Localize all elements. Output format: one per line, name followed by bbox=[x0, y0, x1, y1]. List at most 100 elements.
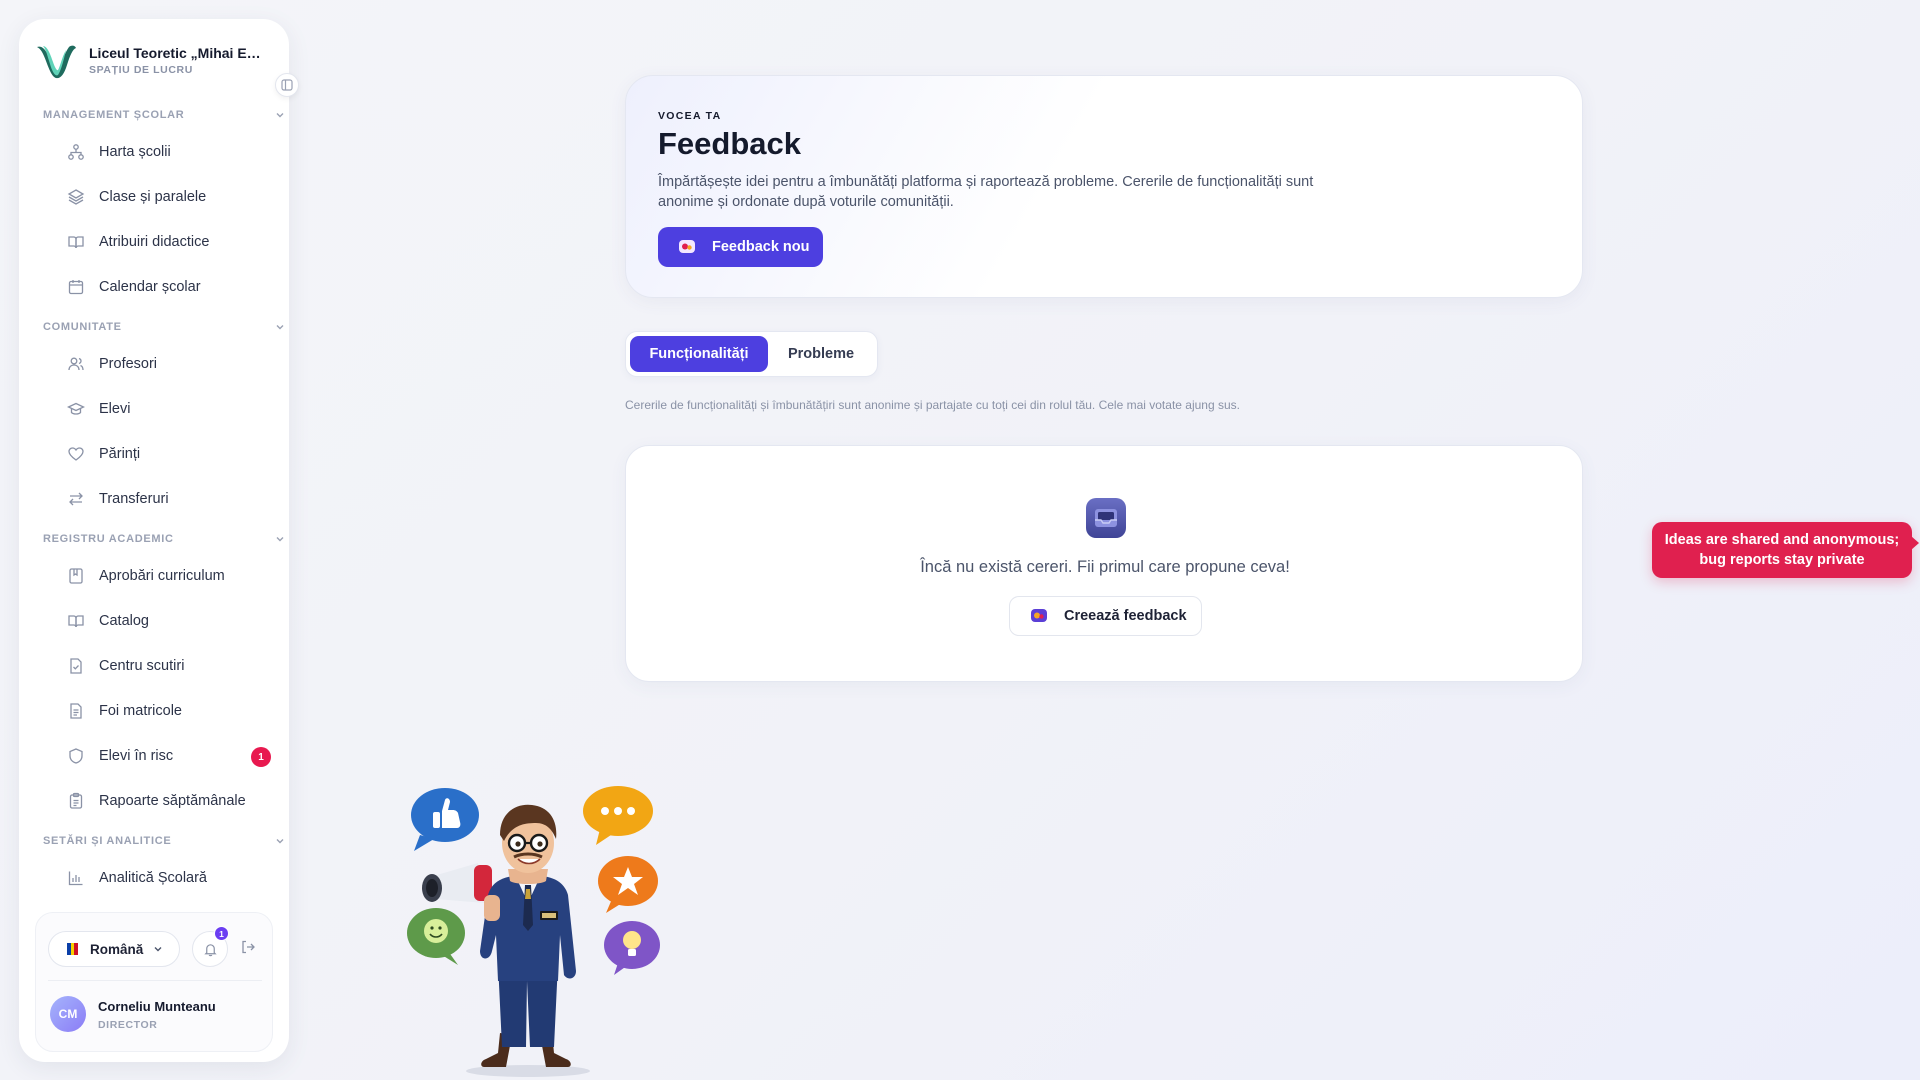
notifications-button[interactable]: 1 bbox=[192, 926, 229, 967]
sidebar-item-profesori[interactable]: Profesori bbox=[47, 345, 285, 383]
sidebar-item-foi-matricole[interactable]: Foi matricole bbox=[47, 692, 285, 730]
sidebar-item-clase[interactable]: Clase și paralele bbox=[47, 178, 285, 216]
sidebar: Liceul Teoretic „Mihai Eminescu” SPAȚIU … bbox=[19, 19, 299, 1062]
tab-probleme[interactable]: Probleme bbox=[768, 336, 874, 372]
sidebar-item-label: Centru scutiri bbox=[99, 658, 185, 674]
tab-hint-text: Cererile de funcționalități și îmbunătăț… bbox=[625, 398, 1240, 412]
smiley-bubble-icon bbox=[407, 908, 465, 965]
graduation-cap-icon bbox=[67, 400, 85, 418]
sidebar-item-label: Calendar școlar bbox=[99, 279, 201, 295]
arrows-swap-icon bbox=[67, 490, 85, 508]
sidebar-item-elevi-risc[interactable]: Elevi în risc 1 bbox=[47, 737, 285, 775]
create-feedback-button[interactable]: Creează feedback bbox=[1009, 596, 1202, 636]
sidebar-item-label: Clase și paralele bbox=[99, 189, 207, 205]
eyebrow-label: VOCEA TA bbox=[658, 110, 722, 122]
feedback-bubble-icon bbox=[1030, 607, 1048, 625]
sidebar-item-rapoarte[interactable]: Rapoarte săptămânale bbox=[47, 782, 285, 820]
book-open-icon bbox=[67, 612, 85, 630]
section-title: SETĂRI ȘI ANALITICE bbox=[43, 835, 172, 847]
book-open-icon bbox=[67, 233, 85, 251]
avatar[interactable]: CM bbox=[50, 996, 86, 1032]
file-text-icon bbox=[67, 702, 85, 720]
clipboard-icon bbox=[67, 792, 85, 810]
chevron-down-icon bbox=[276, 537, 284, 542]
school-logo bbox=[37, 45, 76, 79]
sidebar-item-calendar[interactable]: Calendar școlar bbox=[47, 268, 285, 306]
feedback-tabs: Funcționalități Probleme bbox=[625, 331, 878, 377]
footer-divider bbox=[48, 980, 262, 981]
feedback-mascot-illustration bbox=[407, 786, 660, 1077]
new-feedback-label: Feedback nou bbox=[712, 239, 810, 255]
sidebar-item-catalog[interactable]: Catalog bbox=[47, 602, 285, 640]
section-title: MANAGEMENT ȘCOLAR bbox=[43, 109, 185, 121]
sidebar-item-label: Atribuiri didactice bbox=[99, 234, 210, 250]
chevron-down-icon bbox=[276, 839, 284, 844]
calendar-icon bbox=[67, 278, 85, 296]
page-description: Împărtășește idei pentru a îmbunătăți pl… bbox=[658, 174, 1314, 210]
user-footer: Română 1 CM Corneliu Munteanu DIRECTOR bbox=[35, 912, 273, 1052]
sidebar-item-harta-scolii[interactable]: Harta școlii bbox=[47, 133, 285, 171]
heart-icon bbox=[67, 445, 85, 463]
sidebar-item-label: Transferuri bbox=[99, 491, 169, 507]
tab-functionalitati[interactable]: Funcționalități bbox=[630, 336, 768, 372]
brand-header[interactable]: Liceul Teoretic „Mihai Eminescu” SPAȚIU … bbox=[33, 37, 283, 83]
tooltip-line-1: Ideas are shared and anonymous; bbox=[1664, 532, 1900, 548]
users-icon bbox=[67, 355, 85, 373]
megaphone-icon bbox=[422, 863, 492, 903]
bookmark-book-icon bbox=[67, 567, 85, 585]
sidebar-item-label: Foi matricole bbox=[99, 703, 182, 719]
feedback-list-empty-state: Încă nu există cereri. Fii primul care p… bbox=[625, 445, 1583, 682]
sidebar-item-label: Părinți bbox=[99, 446, 141, 462]
language-label: Română bbox=[90, 941, 144, 957]
chat-dots-bubble-icon bbox=[583, 786, 653, 845]
romania-flag-icon bbox=[67, 943, 79, 955]
collapse-sidebar-button[interactable] bbox=[275, 73, 299, 97]
section-title: REGISTRU ACADEMIC bbox=[43, 533, 174, 545]
notification-count-badge: 1 bbox=[214, 926, 229, 941]
sitemap-icon bbox=[67, 143, 85, 161]
logout-button[interactable] bbox=[240, 939, 260, 959]
sidebar-item-label: Catalog bbox=[99, 613, 149, 629]
empty-state-message: Încă nu există cereri. Fii primul care p… bbox=[920, 558, 1290, 576]
user-name: Corneliu Munteanu bbox=[98, 999, 216, 1014]
inbox-icon bbox=[1086, 498, 1126, 538]
sidebar-item-analitica[interactable]: Analitică Școlară bbox=[47, 859, 285, 897]
language-select[interactable]: Română bbox=[48, 931, 180, 967]
chevron-down-icon bbox=[276, 113, 284, 118]
thumbs-up-bubble-icon bbox=[411, 788, 479, 851]
bell-icon bbox=[203, 943, 217, 956]
create-feedback-label: Creează feedback bbox=[1064, 608, 1187, 624]
sidebar-item-parinti[interactable]: Părinți bbox=[47, 435, 285, 473]
sidebar-item-label: Elevi bbox=[99, 401, 131, 417]
chevron-down-icon bbox=[276, 325, 284, 330]
sidebar-item-elevi[interactable]: Elevi bbox=[47, 390, 285, 428]
sidebar-item-atribuiri[interactable]: Atribuiri didactice bbox=[47, 223, 285, 261]
logout-icon bbox=[242, 940, 255, 954]
sidebar-item-centru-scutiri[interactable]: Centru scutiri bbox=[47, 647, 285, 685]
sidebar-item-label: Elevi în risc bbox=[99, 748, 174, 764]
lightbulb-bubble-icon bbox=[604, 921, 660, 975]
sidebar-item-transferuri[interactable]: Transferuri bbox=[47, 480, 285, 518]
star-bubble-icon bbox=[598, 856, 658, 913]
sidebar-item-label: Harta școlii bbox=[99, 144, 171, 160]
section-community[interactable]: COMUNITATE bbox=[43, 317, 285, 337]
feedback-bubble-icon bbox=[678, 238, 696, 256]
sidebar-toggle-icon bbox=[281, 79, 293, 91]
section-settings[interactable]: SETĂRI ȘI ANALITICE bbox=[43, 831, 285, 851]
chevron-down-icon bbox=[154, 947, 162, 952]
bar-chart-icon bbox=[67, 869, 85, 887]
workspace-label: SPAȚIU DE LUCRU bbox=[89, 63, 193, 76]
businessman-figure bbox=[466, 804, 590, 1077]
sidebar-item-label: Rapoarte săptămânale bbox=[99, 793, 246, 809]
layers-icon bbox=[67, 188, 85, 206]
page-title: Feedback bbox=[658, 126, 802, 161]
shield-icon bbox=[67, 747, 85, 765]
section-academic[interactable]: REGISTRU ACADEMIC bbox=[43, 529, 285, 549]
sidebar-item-label: Analitică Școlară bbox=[99, 870, 207, 886]
section-management[interactable]: MANAGEMENT ȘCOLAR bbox=[43, 105, 285, 125]
file-check-icon bbox=[67, 657, 85, 675]
sidebar-item-aprobari[interactable]: Aprobări curriculum bbox=[47, 557, 285, 595]
feedback-header-card: VOCEA TA Feedback Împărtășește idei pent… bbox=[625, 75, 1583, 298]
new-feedback-button[interactable]: Feedback nou bbox=[658, 227, 823, 267]
privacy-tooltip: Ideas are shared and anonymous; bug repo… bbox=[1652, 522, 1919, 578]
